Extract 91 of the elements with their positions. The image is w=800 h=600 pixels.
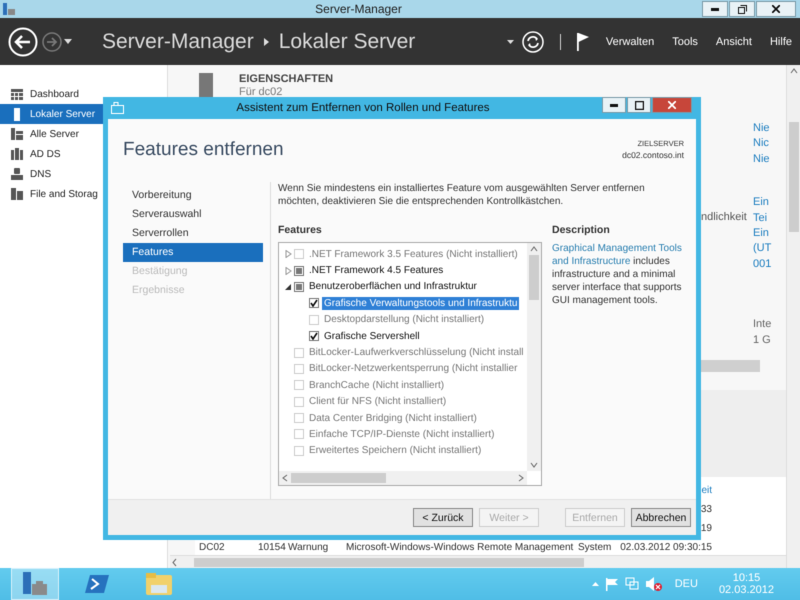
property-link[interactable]: Nic bbox=[753, 136, 786, 152]
flag-icon[interactable] bbox=[576, 32, 589, 50]
property-link[interactable]: Tei bbox=[753, 210, 786, 226]
wizard-step[interactable]: Serverauswahl bbox=[123, 205, 263, 224]
maximize-icon bbox=[634, 100, 644, 110]
sidebar-item[interactable]: DNS bbox=[0, 164, 167, 184]
property-link[interactable]: (UT bbox=[753, 241, 786, 257]
scrollbar-thumb[interactable] bbox=[788, 122, 798, 232]
checkbox[interactable] bbox=[294, 282, 304, 292]
wizard-heading: Features entfernen bbox=[123, 139, 284, 162]
dropdown-caret-icon[interactable] bbox=[506, 40, 514, 44]
section-title: EIGENSCHAFTEN bbox=[239, 73, 334, 85]
menu-item[interactable]: Ansicht bbox=[716, 36, 752, 48]
table-cell-text: Warnung bbox=[288, 541, 328, 555]
scrollbar-thumb[interactable] bbox=[194, 558, 584, 566]
breadcrumb-item[interactable]: Server-Manager bbox=[102, 30, 254, 54]
close-button[interactable] bbox=[756, 1, 796, 17]
checkbox[interactable] bbox=[294, 266, 304, 276]
grid-icon bbox=[11, 88, 23, 100]
property-link[interactable]: Ein bbox=[753, 195, 786, 211]
target-server-name: dc02.contoso.int bbox=[622, 150, 684, 160]
back-button-icon[interactable] bbox=[8, 26, 38, 56]
feature-tree[interactable] bbox=[278, 242, 542, 486]
table-cell-text: 33 bbox=[700, 503, 712, 517]
dialog-button[interactable]: Abbrechen bbox=[631, 508, 691, 527]
feature-label[interactable]: .NET Framework 4.5 Features bbox=[307, 264, 446, 278]
servers-icon bbox=[11, 128, 23, 140]
storage-icon bbox=[11, 188, 23, 200]
network-icon bbox=[11, 168, 23, 180]
menu-item[interactable]: Tools bbox=[672, 36, 698, 48]
minimize-icon bbox=[610, 104, 618, 106]
scrollbar-thumb[interactable] bbox=[529, 255, 539, 300]
table-cell-text: System bbox=[578, 541, 612, 555]
chevron-icon bbox=[264, 38, 269, 46]
restore-button[interactable] bbox=[729, 1, 755, 17]
table-cell-text: 02.03.2012 09:30:15 bbox=[620, 541, 712, 555]
checkbox[interactable] bbox=[309, 298, 319, 308]
description-text: Graphical Management Tools and Infrastructure includes infrastructure and a minimal server interface that supports GUI management tools. bbox=[552, 242, 683, 307]
server-manager-icon bbox=[22, 572, 48, 596]
property-link[interactable]: 001 bbox=[753, 256, 786, 272]
wizard-step[interactable]: Vorbereitung bbox=[123, 186, 263, 205]
sidebar-item[interactable]: Dashboard bbox=[0, 84, 167, 104]
checkbox[interactable] bbox=[309, 331, 319, 342]
maximize-button[interactable] bbox=[627, 97, 651, 113]
features-label: Features bbox=[278, 224, 323, 236]
section-subtitle: Für dc02 bbox=[239, 86, 284, 98]
property-value: Inte bbox=[753, 317, 772, 332]
restore-icon bbox=[738, 4, 746, 14]
wizard-icon bbox=[111, 102, 124, 114]
server-icon bbox=[199, 73, 213, 99]
minimize-button[interactable] bbox=[602, 97, 626, 113]
feature-label[interactable]: Benutzeroberflächen und Infrastruktur bbox=[307, 280, 479, 294]
table-cell-text: 19 bbox=[700, 522, 712, 536]
refresh-icon[interactable] bbox=[522, 30, 544, 52]
close-icon bbox=[772, 5, 780, 13]
wizard-step[interactable]: Features bbox=[123, 243, 263, 262]
minimize-button[interactable] bbox=[702, 1, 728, 17]
dropdown-caret-icon[interactable] bbox=[64, 39, 72, 44]
taskbar-button[interactable] bbox=[11, 568, 59, 600]
expand-arrow-icon[interactable] bbox=[284, 266, 292, 275]
menu-item[interactable]: Verwalten bbox=[606, 36, 654, 48]
app-icon bbox=[3, 3, 15, 15]
speaker-muted-icon[interactable] bbox=[646, 577, 662, 591]
directory-icon bbox=[11, 148, 23, 160]
dialog-button[interactable]: < Zurück bbox=[413, 508, 473, 527]
table-cell-text: 10154 bbox=[258, 541, 286, 555]
menu-item[interactable]: Hilfe bbox=[770, 36, 792, 48]
minimize-icon bbox=[711, 8, 719, 10]
section-bar bbox=[700, 360, 760, 372]
window-title: Server-Manager bbox=[314, 2, 403, 16]
collapse-arrow-icon[interactable] bbox=[284, 282, 292, 291]
table-cell-text: Microsoft-Windows-Windows Remote Management bbox=[346, 541, 574, 555]
feature-label[interactable]: Grafische Verwaltungstools und Infrastruktu bbox=[322, 296, 520, 310]
wizard-step[interactable]: Serverrollen bbox=[123, 224, 263, 243]
powershell-icon bbox=[85, 574, 109, 594]
breadcrumb-item[interactable]: Lokaler Server bbox=[278, 30, 416, 54]
folder-icon bbox=[146, 573, 172, 595]
property-label: ndlichkeit bbox=[701, 211, 747, 223]
instruction-text: Wenn Sie mindestens ein installiertes Feature vom ausgewählten Server entfernen möchten, deaktivieren Sie die entsprechenden Kontrollkästchen. bbox=[278, 182, 646, 208]
server-icon bbox=[14, 108, 20, 120]
column-header[interactable]: eit bbox=[701, 483, 712, 498]
scrollbar-thumb[interactable] bbox=[291, 473, 386, 483]
dialog-title: Assistent zum Entfernen von Rollen und Features bbox=[235, 102, 491, 114]
table-cell-text: DC02 bbox=[199, 541, 225, 555]
property-link[interactable]: Nie bbox=[753, 121, 786, 136]
property-value: 1 G bbox=[753, 332, 772, 348]
description-label: Description bbox=[552, 224, 611, 236]
close-icon bbox=[668, 101, 676, 109]
property-link[interactable]: Nie bbox=[753, 152, 786, 168]
feature-label[interactable]: Grafische Servershell bbox=[322, 330, 422, 343]
property-link[interactable]: Ein bbox=[753, 226, 786, 242]
